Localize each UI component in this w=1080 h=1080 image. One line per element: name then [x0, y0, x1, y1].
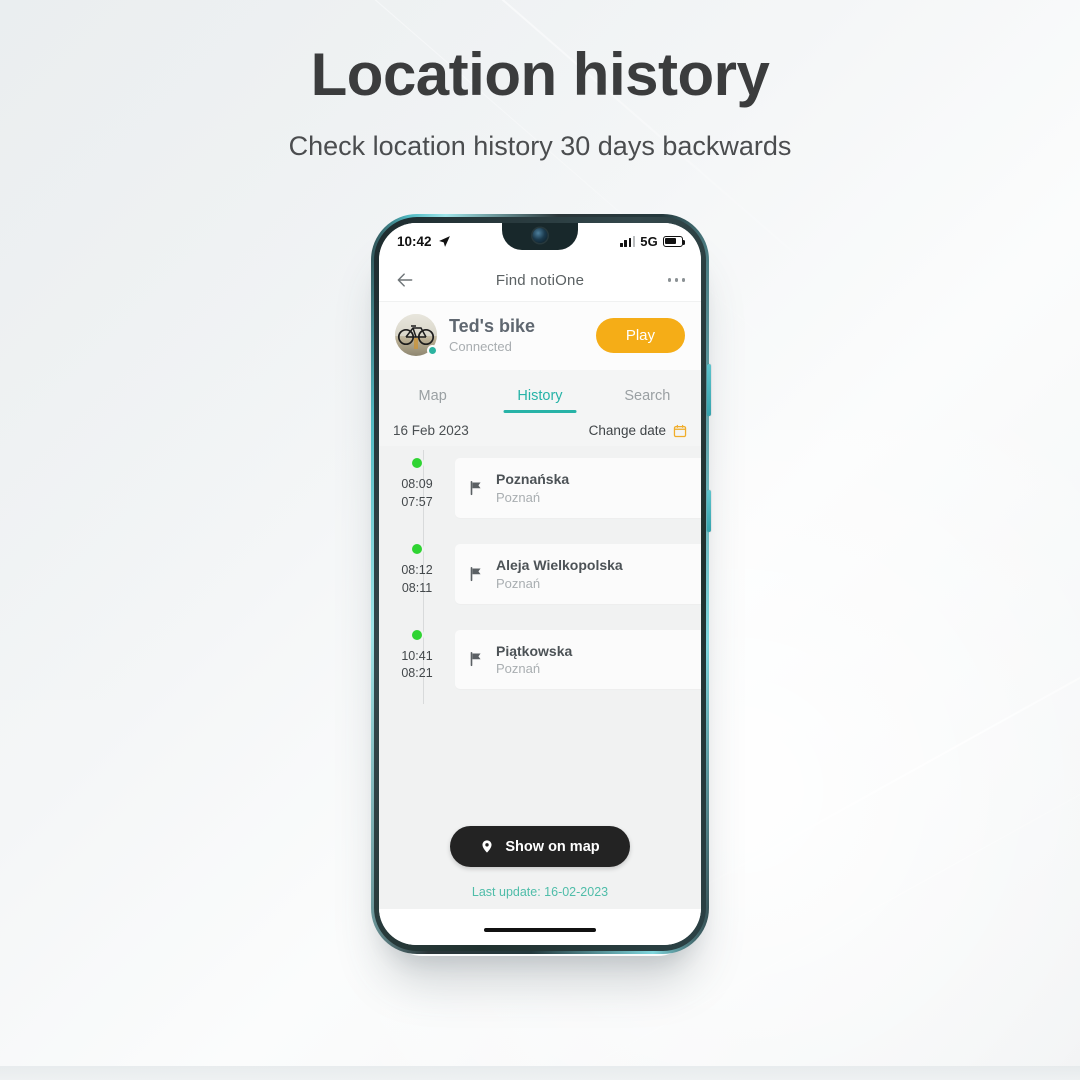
front-camera-icon	[532, 228, 548, 243]
entry-time-end: 10:41	[401, 648, 433, 663]
app-title: Find notiOne	[495, 271, 585, 289]
device-summary-row: Ted's bike Connected Play	[379, 301, 701, 370]
timeline-dot	[412, 629, 422, 640]
phone-notch	[502, 223, 578, 250]
show-on-map-button[interactable]: Show on map	[450, 826, 630, 867]
tab-map[interactable]: Map	[379, 378, 486, 413]
location-city: Poznań	[496, 489, 541, 505]
flag-icon	[470, 480, 481, 495]
home-indicator-area	[379, 909, 701, 945]
location-card[interactable]: Aleja Wielkopolska Poznań	[455, 543, 701, 604]
calendar-icon	[673, 424, 687, 437]
map-pin-icon	[482, 840, 492, 853]
current-date: 16 Feb 2023	[393, 423, 469, 438]
flag-icon	[470, 652, 481, 667]
history-footer: Show on map Last update: 16-02-2023	[379, 812, 701, 909]
device-info: Ted's bike Connected	[449, 316, 535, 354]
entry-time-end: 08:09	[401, 477, 433, 491]
location-text: Piątkowska Poznań	[496, 643, 572, 677]
back-arrow-icon[interactable]	[395, 270, 415, 290]
timeline-dot	[412, 458, 422, 468]
date-row: 16 Feb 2023 Change date	[379, 413, 701, 446]
status-bar-right: 5G	[620, 233, 686, 249]
location-street: Piątkowska	[496, 642, 573, 659]
battery-icon	[663, 235, 686, 247]
flag-icon	[470, 566, 481, 581]
online-dot	[427, 345, 438, 356]
play-button[interactable]: Play	[595, 317, 685, 353]
tab-bar: Map History Search	[379, 370, 701, 413]
navigation-arrow-icon	[438, 235, 450, 247]
list-item[interactable]: 08:09 07:57 Poznańska Poznań	[379, 458, 701, 518]
phone-screen: 10:42 5G Find notiOne Ted's bike Connect…	[379, 223, 701, 945]
background-bottom-edge	[0, 1066, 1080, 1080]
entry-times: 10:41 08:21	[379, 629, 455, 684]
signal-bars-icon	[620, 235, 636, 247]
list-item[interactable]: 10:41 08:21 Piątkowska Poznań	[379, 629, 701, 690]
change-date-button[interactable]: Change date	[589, 423, 687, 438]
status-bar-left: 10:42	[397, 234, 451, 249]
page-subtitle: Check location history 30 days backwards	[288, 131, 792, 161]
home-indicator[interactable]	[484, 928, 596, 932]
location-city: Poznań	[496, 661, 541, 677]
tab-history[interactable]: History	[486, 378, 593, 413]
show-on-map-label: Show on map	[505, 838, 600, 855]
location-card[interactable]: Poznańska Poznań	[455, 458, 701, 518]
phone-mockup: 10:42 5G Find notiOne Ted's bike Connect…	[371, 214, 711, 954]
entry-time-end: 08:12	[401, 562, 433, 577]
page-title: Location history	[310, 41, 770, 108]
entry-time-start: 07:57	[401, 494, 433, 509]
marketing-headings: Location history Check location history …	[0, 0, 1080, 162]
more-options-icon[interactable]	[667, 278, 685, 282]
entry-time-start: 08:21	[401, 666, 433, 681]
location-city: Poznań	[496, 575, 541, 591]
entry-times: 08:12 08:11	[379, 543, 455, 598]
app-header: Find notiOne	[379, 259, 701, 301]
location-text: Aleja Wielkopolska Poznań	[496, 557, 623, 591]
change-date-label: Change date	[588, 423, 666, 438]
entry-time-start: 08:11	[401, 580, 433, 595]
location-card[interactable]: Piątkowska Poznań	[455, 629, 701, 690]
tab-search[interactable]: Search	[594, 378, 701, 413]
entry-times: 08:09 07:57	[379, 458, 455, 512]
location-street: Poznańska	[496, 471, 570, 487]
device-state: Connected	[449, 338, 512, 354]
phone-volume-button[interactable]	[707, 364, 711, 416]
network-label: 5G	[640, 233, 658, 249]
device-name: Ted's bike	[449, 316, 535, 337]
location-street: Aleja Wielkopolska	[496, 556, 623, 573]
list-item[interactable]: 08:12 08:11 Aleja Wielkopolska Poznań	[379, 543, 701, 604]
location-text: Poznańska Poznań	[496, 471, 569, 505]
timeline-dot	[412, 543, 422, 554]
avatar[interactable]	[395, 314, 438, 356]
last-update-text: Last update: 16-02-2023	[471, 885, 609, 899]
history-timeline: 08:09 07:57 Poznańska Poznań 08:12 08:11…	[379, 446, 701, 812]
status-bar-time: 10:42	[397, 233, 432, 249]
phone-power-button[interactable]	[707, 490, 711, 532]
